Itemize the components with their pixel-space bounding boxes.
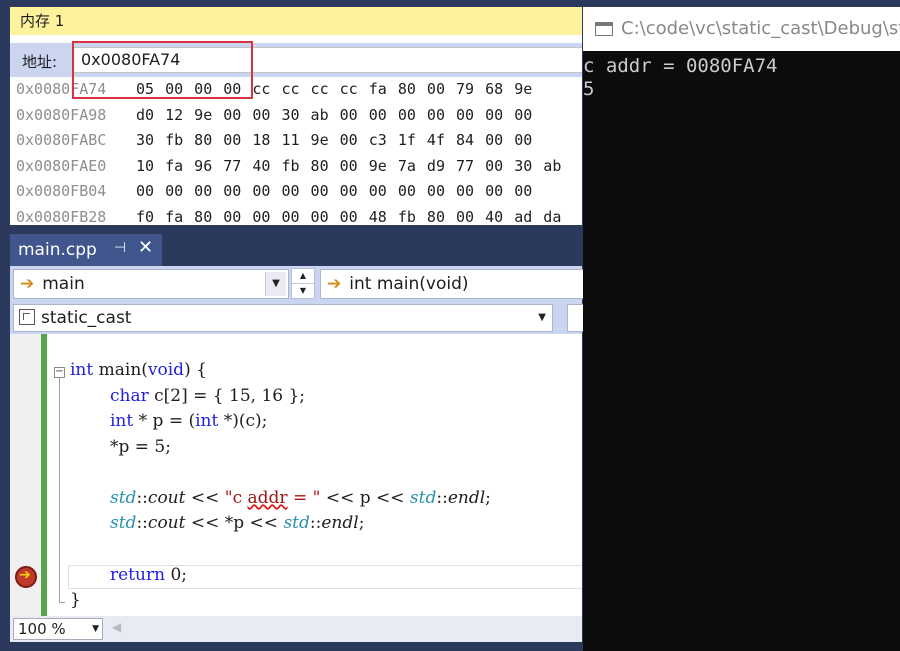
memory-row: 0x0080FA98 d0 12 9e 00 00 30 ab 00 00 00… [10, 103, 582, 129]
spin-down-icon[interactable]: ▼ [292, 284, 314, 298]
memory-row-bytes[interactable]: 10 fa 96 77 40 fb 80 00 9e 7a d9 77 00 3… [136, 154, 561, 180]
code-line[interactable]: char c[2] = { 15, 16 }; [110, 384, 305, 409]
code-editor[interactable]: − int main(void) { char c[2] = { 15, 16 … [10, 334, 582, 616]
code-line[interactable]: std::cout << *p << std::endl; [110, 511, 364, 536]
scroll-left-icon[interactable]: ◀ [112, 620, 121, 634]
arrow-right-icon: ➔ [20, 274, 35, 294]
project-icon [19, 309, 35, 325]
chevron-down-icon[interactable]: ▼ [92, 619, 99, 639]
memory-row-bytes[interactable]: d0 12 9e 00 00 30 ab 00 00 00 00 00 00 0… [136, 103, 532, 129]
code-line[interactable]: } [70, 588, 81, 613]
breakpoint-current-line-icon[interactable] [15, 566, 37, 588]
console-output: c addr = 0080FA74 5 [583, 55, 777, 101]
editor-status-bar: 100 % ▼ ◀ [10, 616, 582, 642]
address-label: 地址: [22, 53, 58, 71]
memory-row-address: 0x0080FB04 [16, 182, 107, 200]
zoom-value: 100 % [18, 620, 66, 638]
code-line[interactable]: return 0; [110, 563, 187, 588]
code-line[interactable]: int * p = (int *)(c); [110, 409, 267, 434]
memory-row: 0x0080FB04 00 00 00 00 00 00 00 00 00 00… [10, 179, 582, 205]
fold-guide-end [59, 602, 65, 603]
navigation-bar: ➔ main ▼ ▲ ▼ ➔ int main(void) [10, 266, 590, 302]
console-window-icon [595, 22, 613, 36]
scope-dropdown-value: main [42, 274, 85, 294]
project-dropdown[interactable]: static_cast ▼ [13, 304, 553, 332]
memory-row-bytes[interactable]: 00 00 00 00 00 00 00 00 00 00 00 00 00 0… [136, 179, 532, 205]
memory-row: 0x0080FA74 05 00 00 00 cc cc cc cc fa 80… [10, 77, 582, 103]
code-line[interactable]: std::cout << "c addr = " << p << std::en… [110, 486, 491, 511]
scope-spinner[interactable]: ▲ ▼ [291, 268, 315, 299]
memory-row-address: 0x0080FB28 [16, 207, 107, 226]
memory-row-address: 0x0080FA98 [16, 105, 107, 124]
address-input[interactable]: 0x0080FA74 [72, 47, 582, 73]
memory-row-address: 0x0080FAE0 [16, 156, 107, 175]
address-bar: 地址: 0x0080FA74 [10, 43, 582, 77]
code-line[interactable]: *p = 5; [110, 435, 171, 460]
function-dropdown[interactable]: ➔ int main(void) [320, 269, 590, 299]
memory-row: 0x0080FAE0 10 fa 96 77 40 fb 80 00 9e 7a… [10, 154, 582, 180]
memory-window: 内存 1 地址: 0x0080FA74 0x0080FA74 05 00 00 … [10, 7, 582, 225]
zoom-dropdown[interactable]: 100 % ▼ [13, 618, 103, 640]
memory-row-address: 0x0080FABC [16, 131, 107, 149]
close-icon[interactable]: ✕ [138, 237, 153, 258]
memory-row: 0x0080FB28 f0 fa 80 00 00 00 00 00 48 fb… [10, 205, 582, 226]
console-line: c addr = 0080FA74 [583, 55, 778, 77]
function-dropdown-value: int main(void) [349, 274, 469, 294]
change-tracking-bar [41, 334, 47, 616]
project-bar: static_cast ▼ [10, 302, 597, 334]
memory-window-title: 内存 1 [10, 7, 582, 35]
chevron-down-icon[interactable]: ▼ [538, 305, 546, 331]
console-title: C:\code\vc\static_cast\Debug\sta [621, 18, 900, 39]
pin-icon[interactable]: ⊣ [114, 240, 126, 256]
chevron-down-icon[interactable]: ▼ [265, 272, 286, 296]
tab-label: main.cpp [18, 240, 97, 260]
fold-guide [59, 378, 60, 603]
console-window: C:\code\vc\static_cast\Debug\sta c addr … [583, 7, 900, 651]
memory-row-bytes[interactable]: 05 00 00 00 cc cc cc cc fa 80 00 79 68 9… [136, 77, 532, 103]
console-title-bar[interactable]: C:\code\vc\static_cast\Debug\sta [583, 7, 900, 51]
spin-up-icon[interactable]: ▲ [292, 269, 314, 284]
memory-rows: 0x0080FA74 05 00 00 00 cc cc cc cc fa 80… [10, 77, 582, 225]
project-dropdown-value: static_cast [41, 308, 132, 328]
memory-row-address: 0x0080FA74 [16, 80, 107, 98]
scope-dropdown[interactable]: ➔ main ▼ [13, 269, 289, 299]
memory-row-bytes[interactable]: f0 fa 80 00 00 00 00 00 48 fb 80 00 40 a… [136, 205, 561, 226]
arrow-right-icon: ➔ [327, 274, 342, 294]
editor-tab-bar: main.cpp ⊣ ✕ [10, 232, 582, 266]
tab-main-cpp[interactable]: main.cpp ⊣ ✕ [10, 234, 162, 266]
console-line: 5 [583, 78, 595, 100]
collapse-icon[interactable]: − [54, 367, 65, 378]
code-line[interactable]: int main(void) { [70, 358, 207, 383]
memory-row: 0x0080FABC 30 fb 80 00 18 11 9e 00 c3 1f… [10, 128, 582, 154]
memory-row-bytes[interactable]: 30 fb 80 00 18 11 9e 00 c3 1f 4f 84 00 0… [136, 128, 532, 154]
